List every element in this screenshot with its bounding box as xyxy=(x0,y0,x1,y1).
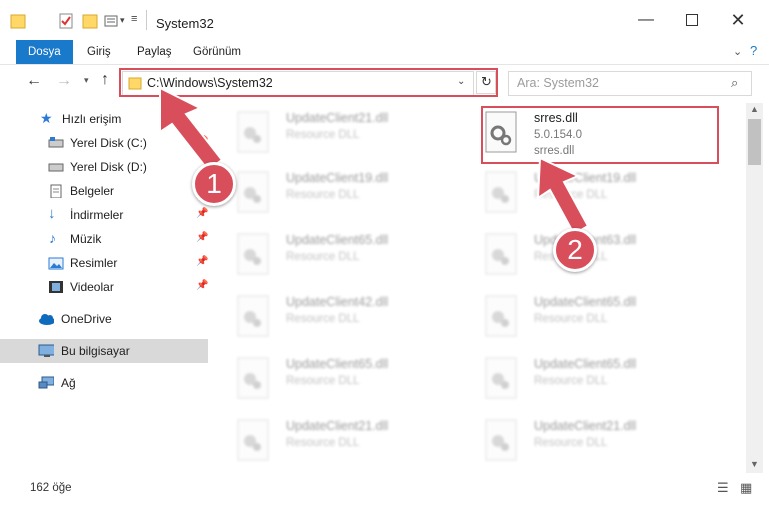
annotation-arrows xyxy=(159,86,590,236)
item-count: 162 öğe xyxy=(30,482,72,494)
step-badge-1: 1 xyxy=(192,162,236,206)
step-badge-2: 2 xyxy=(553,228,597,272)
details-view-icon[interactable]: ☰ xyxy=(717,480,729,496)
arrow-1 xyxy=(159,86,224,172)
status-bar: 162 öğe ☰ ▦ xyxy=(0,476,769,501)
arrow-2 xyxy=(536,156,590,236)
tiles-view-icon[interactable]: ▦ xyxy=(740,480,752,496)
